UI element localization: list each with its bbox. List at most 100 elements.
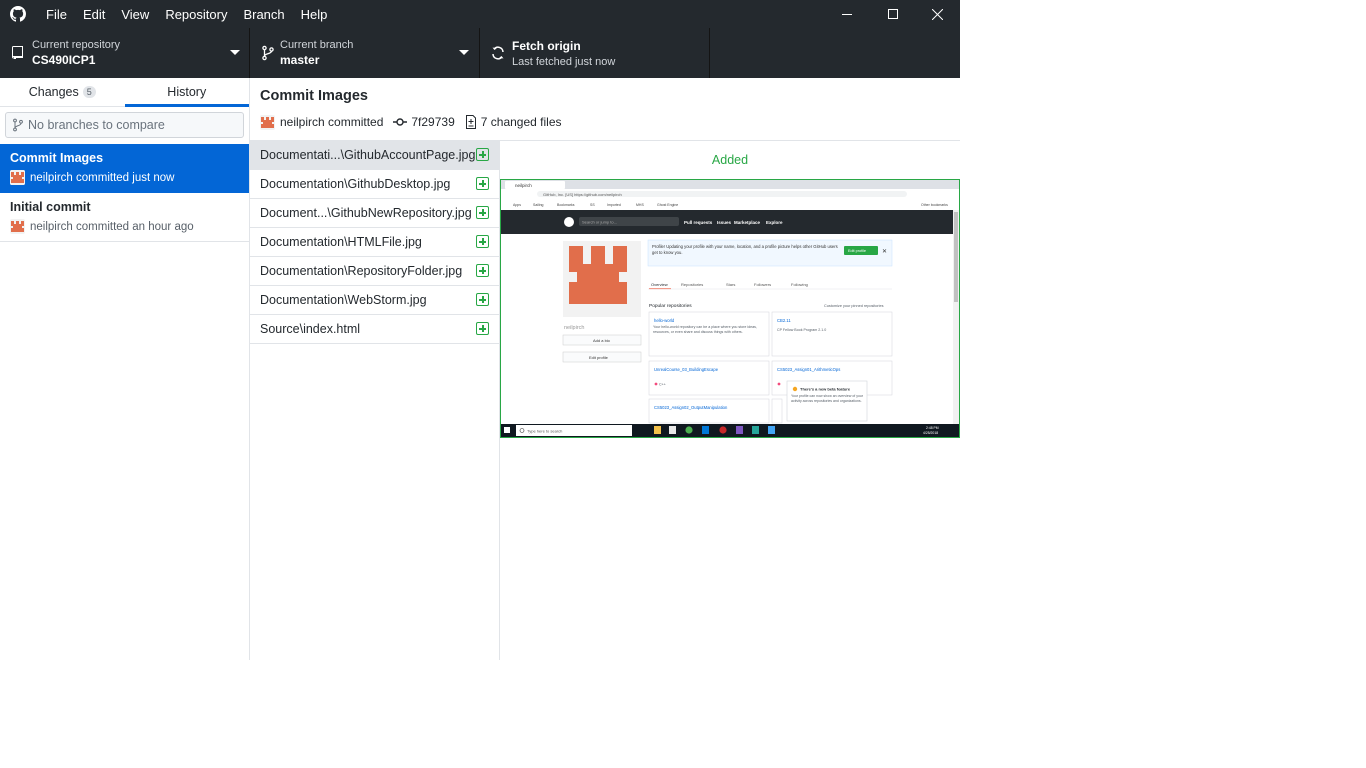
- preview-repo-name: hello-world: [654, 318, 675, 323]
- preview-nav-item: Issues: [717, 220, 732, 225]
- file-added-icon: [476, 206, 489, 219]
- preview-profile-tab: Stars: [726, 282, 735, 287]
- commit-meta: neilpirch committed an hour ago: [10, 219, 194, 234]
- git-commit-icon: [393, 118, 408, 126]
- sync-icon: [492, 46, 504, 60]
- title-bar: File Edit View Repository Branch Help: [0, 0, 960, 28]
- menu-bar: File Edit View Repository Branch Help: [38, 0, 335, 28]
- file-path: Documentation\RepositoryFolder.jpg: [260, 264, 463, 278]
- avatar: [10, 170, 25, 185]
- commit-list-item[interactable]: Initial commit neilpirch committed an ho…: [0, 193, 249, 242]
- menu-view[interactable]: View: [113, 0, 157, 28]
- minimize-icon: [842, 14, 852, 15]
- file-added-icon: [476, 264, 489, 277]
- changed-files-count: 7 changed files: [480, 115, 562, 129]
- preview-popular-title: Popular repositories: [649, 303, 692, 309]
- commit-title: Commit Images: [10, 151, 104, 165]
- preview-bookmark: Bookmarks: [557, 203, 575, 207]
- file-path: Source\index.html: [260, 322, 361, 336]
- repo-icon: [12, 46, 23, 59]
- preview-taskbar-search: Type here to search: [527, 429, 562, 434]
- preview-bookmark: Apps: [513, 203, 521, 207]
- commit-sha[interactable]: 7f29739: [411, 115, 454, 129]
- sidebar-tabs: Changes 5 History: [0, 78, 249, 107]
- sidebar: Changes 5 History No branches to compare …: [0, 78, 250, 660]
- commit-list-item[interactable]: Commit Images neilpirch committed just n…: [0, 144, 249, 193]
- changed-files-list: Documentati...\GithubAccountPage.jpg Doc…: [250, 141, 500, 660]
- minimize-button[interactable]: [824, 0, 870, 28]
- commit-summary-meta: neilpirch committed 7f29739 7 changed fi…: [260, 114, 562, 130]
- caret-down-icon: [230, 50, 240, 55]
- file-list-item[interactable]: Documentation\HTMLFile.jpg: [250, 228, 499, 257]
- maximize-icon: [888, 9, 898, 19]
- file-added-icon: [476, 322, 489, 335]
- tab-history-label: History: [167, 85, 207, 99]
- file-list-item[interactable]: Documentation\RepositoryFolder.jpg: [250, 257, 499, 286]
- file-path: Documentation\GithubDesktop.jpg: [260, 177, 451, 191]
- preview-nav-item: Explore: [766, 220, 783, 225]
- file-list-item[interactable]: Documentation\WebStorm.jpg: [250, 286, 499, 315]
- commit-meta-text: neilpirch committed just now: [30, 171, 175, 184]
- preview-bookmark: Ghost Engine: [657, 203, 678, 207]
- menu-repository[interactable]: Repository: [157, 0, 235, 28]
- preview-search: Search or jump to...: [582, 220, 617, 225]
- avatar: [10, 219, 25, 234]
- caret-down-icon: [459, 50, 469, 55]
- preview-banner-text: Profile! Updating your profile with your…: [652, 244, 838, 255]
- preview-popup-title: There's a new beta feature: [800, 387, 851, 392]
- preview-profile-tab: Repositories: [681, 282, 703, 287]
- maximize-button[interactable]: [870, 0, 916, 28]
- branch-icon: [262, 45, 274, 61]
- file-added-icon: [476, 148, 489, 161]
- close-icon: [931, 8, 943, 20]
- file-path: Document...\GithubNewRepository.jpg: [260, 206, 472, 220]
- preview-popup-text: Your profile can now show an overview of…: [791, 394, 864, 403]
- image-diff-viewer: Added neilpirch GitHub, Inc. [US] https:…: [500, 141, 960, 660]
- file-path: Documentati...\GithubAccountPage.jpg: [260, 148, 476, 162]
- commit-meta: neilpirch committed just now: [10, 170, 174, 185]
- preview-repo-name: UnrealCourse_03_BuildingEscape: [654, 367, 719, 372]
- tab-history[interactable]: History: [124, 78, 250, 107]
- current-repository-title: Current repository: [32, 39, 121, 51]
- preview-username: neilpirch: [564, 325, 584, 331]
- preview-bookmark: Imported: [607, 203, 621, 207]
- file-list-item[interactable]: Documentati...\GithubAccountPage.jpg: [250, 141, 499, 170]
- current-repository-dropdown[interactable]: Current repository CS490ICP1: [0, 28, 250, 78]
- commit-meta-text: neilpirch committed an hour ago: [30, 220, 194, 233]
- tab-changes[interactable]: Changes 5: [0, 78, 125, 106]
- preview-edit-profile: Edit profile: [589, 355, 609, 360]
- branch-icon: [13, 118, 23, 132]
- menu-file[interactable]: File: [38, 0, 75, 28]
- file-list-item[interactable]: Source\index.html: [250, 315, 499, 344]
- avatar: [260, 114, 275, 130]
- file-path: Documentation\HTMLFile.jpg: [260, 235, 422, 249]
- screenshot-thumbnail: neilpirch GitHub, Inc. [US] https://gith…: [501, 180, 959, 437]
- commit-author: neilpirch committed: [280, 115, 384, 129]
- preview-repo-name: CS5023_Assign01_ArithmeticOps: [777, 367, 840, 372]
- file-list-item[interactable]: Documentation\GithubDesktop.jpg: [250, 170, 499, 199]
- preview-repo-desc: Your hello-world repository can be a pla…: [653, 325, 757, 334]
- preview-nav-item: Marketplace: [734, 220, 761, 225]
- commit-summary-header: Commit Images neilpirch committed 7f2973…: [250, 78, 960, 141]
- added-image-preview: neilpirch GitHub, Inc. [US] https://gith…: [500, 179, 960, 438]
- github-logo-icon: [10, 6, 26, 22]
- file-path: Documentation\WebStorm.jpg: [260, 293, 427, 307]
- file-list-item[interactable]: Document...\GithubNewRepository.jpg: [250, 199, 499, 228]
- current-branch-value: master: [280, 53, 320, 67]
- preview-customize-link: Customize your pinned repositories: [824, 304, 884, 308]
- preview-profile-tab: Overview: [651, 282, 668, 287]
- preview-bookmark: SS: [590, 203, 595, 207]
- preview-profile-tab: Following: [791, 282, 808, 287]
- fetch-origin-title: Fetch origin: [512, 39, 581, 53]
- preview-nav-item: Pull requests: [684, 220, 713, 225]
- current-branch-dropdown[interactable]: Current branch master: [250, 28, 480, 78]
- close-button[interactable]: [914, 0, 960, 28]
- menu-edit[interactable]: Edit: [75, 0, 113, 28]
- fetch-origin-button[interactable]: Fetch origin Last fetched just now: [480, 28, 710, 78]
- branch-compare-placeholder: No branches to compare: [28, 118, 165, 132]
- preview-taskbar-date: 4/25/2018: [923, 431, 938, 435]
- menu-help[interactable]: Help: [293, 0, 336, 28]
- menu-branch[interactable]: Branch: [235, 0, 292, 28]
- current-repository-value: CS490ICP1: [32, 53, 96, 67]
- branch-compare-input[interactable]: No branches to compare: [5, 112, 244, 138]
